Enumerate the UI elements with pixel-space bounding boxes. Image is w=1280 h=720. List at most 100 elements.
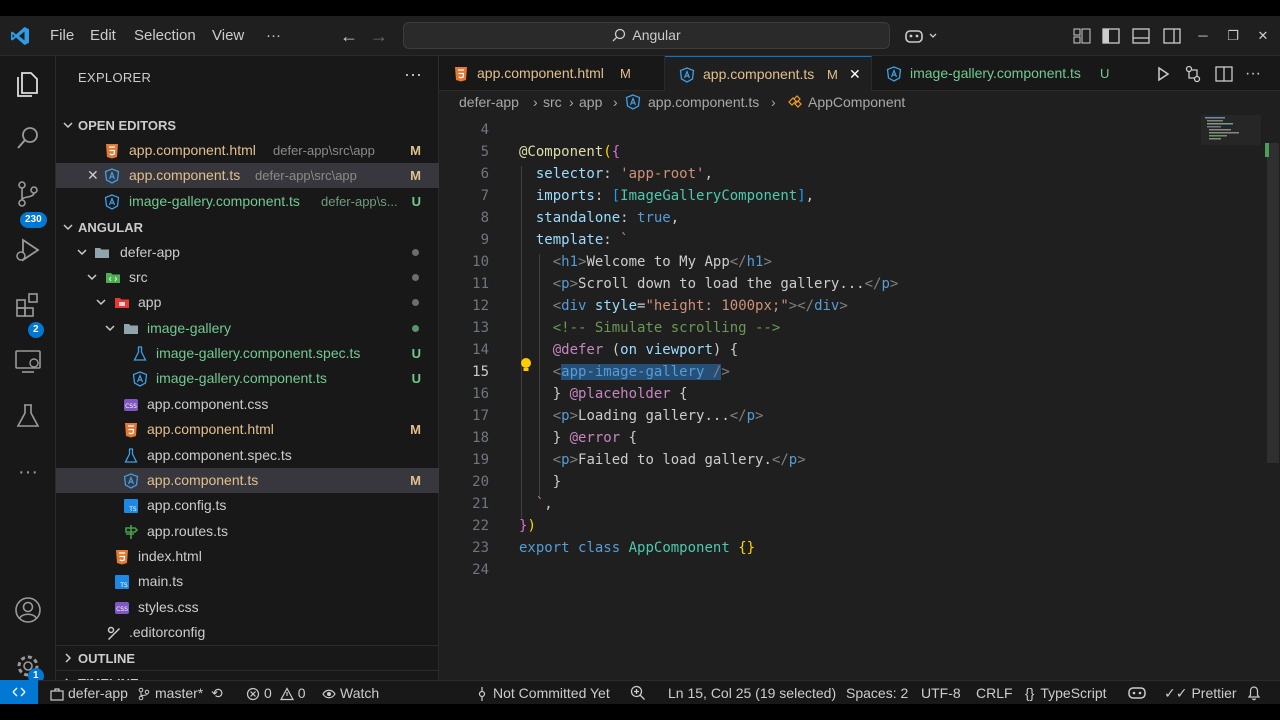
tree-file-active[interactable]: app.component.ts M (56, 468, 439, 493)
menu-selection[interactable]: Selection (134, 16, 196, 56)
open-editor-item[interactable]: image-gallery.component.ts defer-app\s..… (56, 189, 439, 214)
code-line: }) (519, 518, 536, 534)
outline-header[interactable]: OUTLINE (56, 645, 439, 671)
menu-more[interactable]: ··· (266, 16, 281, 56)
tree-item-label: app.component.ts (147, 472, 259, 488)
close-editor-icon[interactable]: ✕ (87, 163, 99, 188)
line-number: 21 (472, 496, 489, 512)
search-icon[interactable] (12, 122, 44, 154)
workspace-label: ANGULAR (78, 220, 143, 235)
tree-file[interactable]: app.component.html M (56, 417, 439, 442)
restore-icon[interactable]: ❐ (1218, 16, 1248, 56)
source-control-icon[interactable] (12, 178, 44, 210)
sync-icon[interactable]: ⟲ (211, 681, 223, 704)
angular-component-icon (104, 194, 120, 210)
breadcrumb-item[interactable]: src (543, 91, 562, 113)
copilot-icon[interactable] (904, 26, 940, 46)
language-mode[interactable]: {} TypeScript (1025, 681, 1107, 704)
tree-file[interactable]: app.routes.ts (56, 519, 439, 544)
testing-icon[interactable] (12, 400, 44, 432)
chevron-down-icon (63, 122, 73, 129)
vertical-scrollbar[interactable] (1267, 143, 1279, 463)
tree-file[interactable]: TS app.config.ts (56, 493, 439, 518)
git-commit-icon (478, 687, 486, 701)
breadcrumb-item[interactable]: AppComponent (808, 91, 905, 113)
menu-edit[interactable]: Edit (90, 16, 116, 56)
menu-file[interactable]: File (50, 16, 74, 56)
toggle-panel-icon[interactable] (1131, 26, 1151, 46)
tab-app-component-ts[interactable]: app.component.ts M ✕ (665, 56, 872, 91)
breadcrumb-item[interactable]: defer-app (459, 91, 519, 113)
git-branch[interactable]: master* (137, 681, 203, 704)
tree-file[interactable]: index.html (56, 544, 439, 569)
breadcrumb-item[interactable]: app (579, 91, 602, 113)
code-line: imports: [ImageGalleryComponent], (535, 188, 815, 204)
tab-close-icon[interactable]: ✕ (849, 57, 861, 92)
zoom-icon[interactable] (630, 681, 650, 704)
explorer-icon[interactable] (12, 68, 44, 100)
remote-indicator[interactable] (0, 680, 38, 704)
breadcrumb-item[interactable]: app.component.ts (648, 91, 759, 113)
notifications-bell-icon[interactable] (1247, 681, 1265, 704)
tab-image-gallery-component-ts[interactable]: image-gallery.component.ts U (872, 56, 1122, 91)
open-editors-header[interactable]: OPEN EDITORS (56, 113, 439, 138)
tree-folder-defer-app[interactable]: defer-app (56, 240, 439, 265)
more-actions-icon[interactable]: ··· (1245, 56, 1265, 82)
tab-app-component-html[interactable]: app.component.html M (439, 56, 665, 91)
open-editor-item[interactable]: ✕ app.component.ts defer-app\src\app M (56, 163, 439, 188)
tree-file[interactable]: image-gallery.component.spec.ts U (56, 341, 439, 366)
tree-folder-image-gallery[interactable]: image-gallery (56, 316, 439, 341)
extensions-icon[interactable] (12, 290, 44, 322)
tree-file[interactable]: image-gallery.component.ts U (56, 366, 439, 391)
tree-file[interactable]: .editorconfig (56, 620, 439, 645)
tree-file[interactable]: TS main.ts (56, 569, 439, 594)
end-of-line[interactable]: CRLF (976, 681, 1013, 704)
menu-view[interactable]: View (212, 16, 244, 56)
toggle-primary-sidebar-icon[interactable] (1101, 26, 1121, 46)
chevron-down-icon (87, 274, 97, 281)
command-center[interactable]: Angular (403, 22, 890, 49)
line-number: 20 (472, 474, 489, 490)
cursor-position[interactable]: Ln 15, Col 25 (19 selected) (668, 681, 836, 704)
tree-folder-src[interactable]: src (56, 265, 439, 290)
copilot-status-icon[interactable] (1128, 681, 1150, 704)
typescript-file-icon: TS (124, 499, 138, 513)
tree-file[interactable]: CSS app.component.css (56, 392, 439, 417)
code-line: <p>Failed to load gallery.</p> (552, 452, 806, 468)
minimap[interactable] (1201, 115, 1261, 155)
indentation[interactable]: Spaces: 2 (846, 681, 908, 704)
encoding[interactable]: UTF-8 (921, 681, 961, 704)
back-arrow-icon[interactable]: ← (340, 16, 358, 56)
run-debug-icon[interactable] (12, 234, 44, 266)
watch-button[interactable]: Watch (322, 681, 379, 704)
code-editor[interactable]: 4 5 6 7 8 9 10 11 12 13 14 15 16 17 18 1… (439, 113, 1280, 690)
run-icon[interactable] (1153, 64, 1173, 84)
workspace-header[interactable]: ANGULAR (56, 215, 439, 240)
tree-folder-app[interactable]: app (56, 290, 439, 315)
problems-indicator[interactable]: 0 0 (246, 681, 305, 704)
tree-file[interactable]: CSS styles.css (56, 595, 439, 620)
open-editors-label: OPEN EDITORS (78, 118, 177, 133)
toggle-secondary-sidebar-icon[interactable] (1162, 26, 1182, 46)
close-window-icon[interactable]: ✕ (1248, 16, 1278, 56)
customize-layout-icon[interactable] (1072, 26, 1092, 46)
tree-item-label: styles.css (138, 599, 199, 615)
accounts-icon[interactable] (12, 594, 44, 626)
open-changes-icon[interactable] (1183, 64, 1203, 84)
briefcase-icon (50, 688, 64, 701)
blame-indicator[interactable]: Not Committed Yet (475, 681, 610, 704)
forward-arrow-icon[interactable]: → (370, 16, 388, 56)
css-file-icon: CSS (124, 399, 138, 411)
split-editor-icon[interactable] (1214, 64, 1234, 84)
command-center-label: Angular (632, 27, 681, 43)
git-status-modified: M (410, 422, 421, 437)
more-views-icon[interactable]: ··· (12, 456, 44, 488)
tree-item-label: .editorconfig (129, 624, 206, 640)
sidebar-more-icon[interactable]: ··· (404, 64, 422, 85)
workspace-folder[interactable]: defer-app (50, 681, 128, 704)
open-editor-item[interactable]: app.component.html defer-app\src\app M (56, 138, 439, 163)
prettier-status[interactable]: ✓✓ Prettier (1164, 681, 1237, 704)
remote-explorer-icon[interactable] (12, 345, 44, 377)
minimize-icon[interactable]: ─ (1188, 16, 1218, 56)
tree-file[interactable]: app.component.spec.ts (56, 443, 439, 468)
